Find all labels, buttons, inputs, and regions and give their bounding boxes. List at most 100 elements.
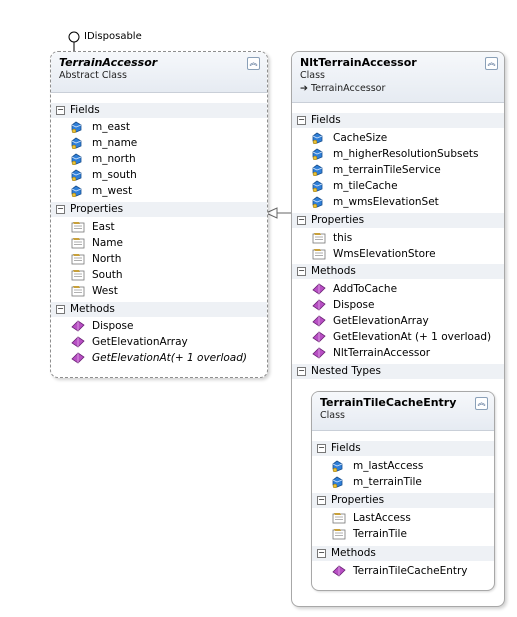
section-properties[interactable]: − Properties [312,493,494,508]
method-name: GetElevationAt(+ 1 overload) [92,352,247,364]
property-icon [332,512,346,524]
section-nested-types[interactable]: − Nested Types [292,364,504,379]
section-label: Fields [311,114,341,126]
field-icon [332,460,346,473]
section-methods[interactable]: − Methods [51,302,267,317]
field-icon [71,185,85,198]
class-kind: Class [300,70,325,81]
property-icon [332,528,346,540]
property-icon [71,269,85,281]
interface-lollipop-circle [68,31,80,43]
field-name: m_higherResolutionSubsets [333,148,479,160]
method-name: GetElevationArray [92,336,188,348]
section-label: Nested Types [311,365,381,377]
method-icon [312,331,326,343]
field-name: CacheSize [333,132,388,144]
section-label: Methods [311,265,356,277]
section-label: Properties [70,203,124,215]
method-icon [312,315,326,327]
section-label: Fields [331,442,361,454]
method-name: NltTerrainAccessor [333,347,431,359]
property-icon [71,221,85,233]
field-icon [312,180,326,193]
field-name: m_wmsElevationSet [333,196,439,208]
section-properties[interactable]: − Properties [51,202,267,217]
interface-label: IDisposable [84,31,142,42]
section-fields[interactable]: − Fields [51,103,267,118]
minus-icon[interactable]: − [56,106,65,115]
method-name: AddToCache [333,283,398,295]
property-icon [71,237,85,249]
section-fields[interactable]: − Fields [312,441,494,456]
field-name: m_tileCache [333,180,398,192]
terrain-accessor-header: TerrainAccessor Abstract Class ︽ [51,52,267,93]
section-label: Fields [70,104,100,116]
field-icon [71,169,85,182]
minus-icon[interactable]: − [297,116,306,125]
section-label: Properties [331,494,385,506]
property-name: WmsElevationStore [333,248,436,260]
nlt-terrain-accessor-class[interactable]: NltTerrainAccessor Class ➔ TerrainAccess… [291,51,505,607]
method-name: GetElevationAt (+ 1 overload) [333,331,492,343]
base-class-name: TerrainAccessor [311,83,386,94]
minus-icon[interactable]: − [56,305,65,314]
minus-icon[interactable]: − [297,267,306,276]
field-icon [332,476,346,489]
method-icon [312,299,326,311]
inherits-arrow-icon: ➔ [300,83,308,94]
property-icon [312,232,326,244]
field-name: m_terrainTileService [333,164,441,176]
minus-icon[interactable]: − [297,216,306,225]
terrain-tile-cache-entry-class[interactable]: TerrainTileCacheEntry Class ︽ − Fields m… [311,391,495,591]
field-name: m_name [92,137,138,149]
property-name: North [92,253,122,265]
property-icon [312,248,326,260]
field-name: m_lastAccess [353,460,424,472]
nested-header: TerrainTileCacheEntry Class ︽ [312,392,494,431]
property-icon [71,285,85,297]
collapse-icon[interactable]: ︽ [247,57,260,70]
minus-icon[interactable]: − [317,444,326,453]
section-methods[interactable]: − Methods [312,546,494,561]
method-icon [312,283,326,295]
field-icon [71,137,85,150]
class-kind: Class [320,410,345,421]
section-properties[interactable]: − Properties [292,213,504,228]
nlt-header: NltTerrainAccessor Class ➔ TerrainAccess… [292,52,504,103]
method-name: GetElevationArray [333,315,429,327]
property-icon [71,253,85,265]
section-label: Methods [331,547,376,559]
minus-icon[interactable]: − [56,205,65,214]
method-name: Dispose [333,299,375,311]
property-name: LastAccess [353,512,411,524]
field-icon [312,196,326,209]
field-icon [71,121,85,134]
minus-icon[interactable]: − [317,549,326,558]
minus-icon[interactable]: − [297,367,306,376]
field-name: m_east [92,121,130,133]
property-name: South [92,269,123,281]
collapse-icon[interactable]: ︽ [485,57,498,70]
property-name: this [333,232,353,244]
method-icon [71,320,85,332]
section-methods[interactable]: − Methods [292,264,504,279]
class-title: TerrainAccessor [59,56,158,69]
field-icon [71,153,85,166]
minus-icon[interactable]: − [317,496,326,505]
property-name: East [92,221,115,233]
collapse-icon[interactable]: ︽ [475,397,488,410]
method-name: TerrainTileCacheEntry [353,565,468,577]
terrain-accessor-class[interactable]: TerrainAccessor Abstract Class ︽ − Field… [50,51,268,378]
field-name: m_north [92,153,136,165]
property-name: West [92,285,118,297]
method-icon [332,565,346,577]
method-icon [312,347,326,359]
field-icon [312,132,326,145]
class-title: NltTerrainAccessor [300,56,417,69]
method-icon [71,336,85,348]
class-title: TerrainTileCacheEntry [320,396,457,409]
field-name: m_terrainTile [353,476,422,488]
method-name: Dispose [92,320,134,332]
field-name: m_west [92,185,133,197]
section-fields[interactable]: − Fields [292,113,504,128]
